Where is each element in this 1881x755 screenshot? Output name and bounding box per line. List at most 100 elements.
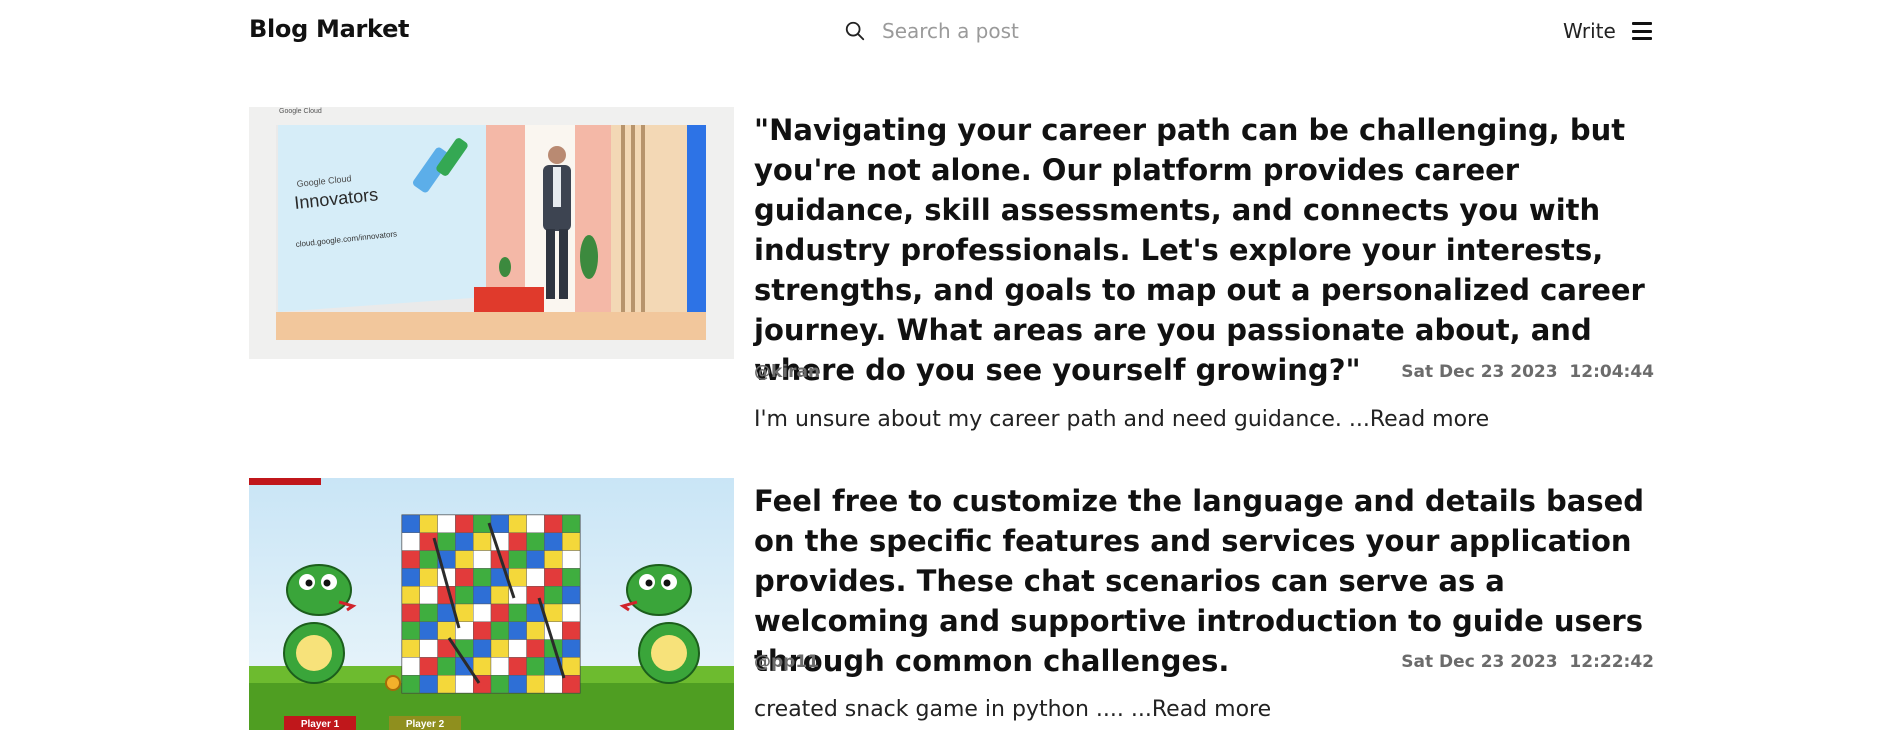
game-board [401, 514, 581, 694]
board-cell [419, 674, 438, 694]
board-cell [455, 585, 474, 605]
board-cell [508, 639, 527, 658]
board-cell [544, 585, 563, 605]
board-cell [508, 514, 527, 533]
search-bar [844, 16, 1142, 46]
read-more-link[interactable]: Read more [1370, 407, 1489, 432]
board-cell [526, 674, 545, 694]
board-cell [544, 514, 563, 533]
board-cell [490, 621, 509, 640]
board-cell [508, 657, 527, 676]
menu-icon[interactable] [1632, 22, 1652, 40]
board-cell [401, 621, 420, 640]
board-cell [419, 603, 438, 622]
board-cell [401, 532, 420, 551]
board-cell [490, 674, 509, 694]
board-cell [455, 532, 474, 551]
board-cell [419, 621, 438, 640]
board-cell [455, 674, 474, 694]
post-date: Sat Dec 23 2023 12:22:42 [1401, 652, 1654, 672]
board-cell [455, 514, 474, 533]
board-cell [508, 621, 527, 640]
board-cell [562, 674, 581, 694]
board-cell [419, 657, 438, 676]
board-cell [401, 657, 420, 676]
board-cell [437, 621, 456, 640]
board-cell [526, 568, 545, 587]
post-thumbnail[interactable]: Player 1 Player 2 [249, 478, 734, 730]
board-cell [562, 603, 581, 622]
board-cell [544, 532, 563, 551]
board-cell [419, 514, 438, 533]
board-cell [419, 550, 438, 569]
board-cell [472, 639, 492, 658]
board-cell [472, 657, 492, 676]
excerpt-text: created snack game in python .... ... [754, 697, 1152, 722]
board-cell [508, 674, 527, 694]
board-cell [437, 532, 456, 551]
brand-logo[interactable]: Blog Market [249, 15, 410, 43]
board-cell [401, 568, 420, 587]
board-cell [544, 550, 563, 569]
board-cell [562, 585, 581, 605]
board-cell [455, 550, 474, 569]
board-cell [401, 674, 420, 694]
board-cell [490, 657, 509, 676]
board-cell [455, 568, 474, 587]
board-cell [401, 550, 420, 569]
board-cell [437, 514, 456, 533]
board-cell [437, 657, 456, 676]
post-title[interactable]: "Navigating your career path can be chal… [754, 110, 1654, 390]
board-cell [562, 639, 581, 658]
board-cell [419, 568, 438, 587]
write-link[interactable]: Write [1563, 19, 1616, 43]
post-title[interactable]: Feel free to customize the language and … [754, 481, 1654, 681]
board-cell [508, 532, 527, 551]
board-cell [472, 550, 492, 569]
board-cell [526, 514, 545, 533]
board-cell [562, 550, 581, 569]
board-cell [401, 585, 420, 605]
board-cell [419, 585, 438, 605]
board-cell [490, 514, 509, 533]
board-cell [544, 568, 563, 587]
board-cell [401, 514, 420, 533]
board-cell [526, 639, 545, 658]
player1-label: Player 1 [301, 719, 340, 730]
search-input[interactable] [882, 19, 1142, 43]
board-cell [562, 568, 581, 587]
post-author[interactable]: @pp11 [754, 652, 819, 672]
board-cell [490, 585, 509, 605]
board-cell [490, 639, 509, 658]
board-cell [508, 568, 527, 587]
board-cell [526, 585, 545, 605]
image-brand-text: Google Cloud [279, 108, 322, 115]
post-excerpt: created snack game in python .... ...Rea… [754, 697, 1271, 722]
board-cell [544, 674, 563, 694]
board-cell [490, 603, 509, 622]
board-cell [455, 639, 474, 658]
board-cell [472, 621, 492, 640]
board-cell [401, 603, 420, 622]
excerpt-text: I'm unsure about my career path and need… [754, 407, 1370, 432]
board-cell [508, 603, 527, 622]
board-cell [419, 639, 438, 658]
board-cell [562, 532, 581, 551]
board-cell [472, 603, 492, 622]
post-date: Sat Dec 23 2023 12:04:44 [1401, 362, 1654, 382]
board-cell [472, 585, 492, 605]
board-cell [526, 532, 545, 551]
board-cell [562, 514, 581, 533]
top-navbar: Blog Market Write [0, 0, 1881, 62]
search-icon[interactable] [844, 19, 868, 43]
read-more-link[interactable]: Read more [1152, 697, 1271, 722]
player2-label: Player 2 [406, 719, 445, 730]
board-cell [472, 568, 492, 587]
board-cell [526, 657, 545, 676]
post-thumbnail[interactable]: Google Cloud Google Cloud Innovators clo… [249, 107, 734, 359]
post-author[interactable]: @kiran [754, 362, 820, 382]
board-cell [472, 532, 492, 551]
board-cell [526, 550, 545, 569]
board-cell [562, 657, 581, 676]
board-cell [437, 674, 456, 694]
